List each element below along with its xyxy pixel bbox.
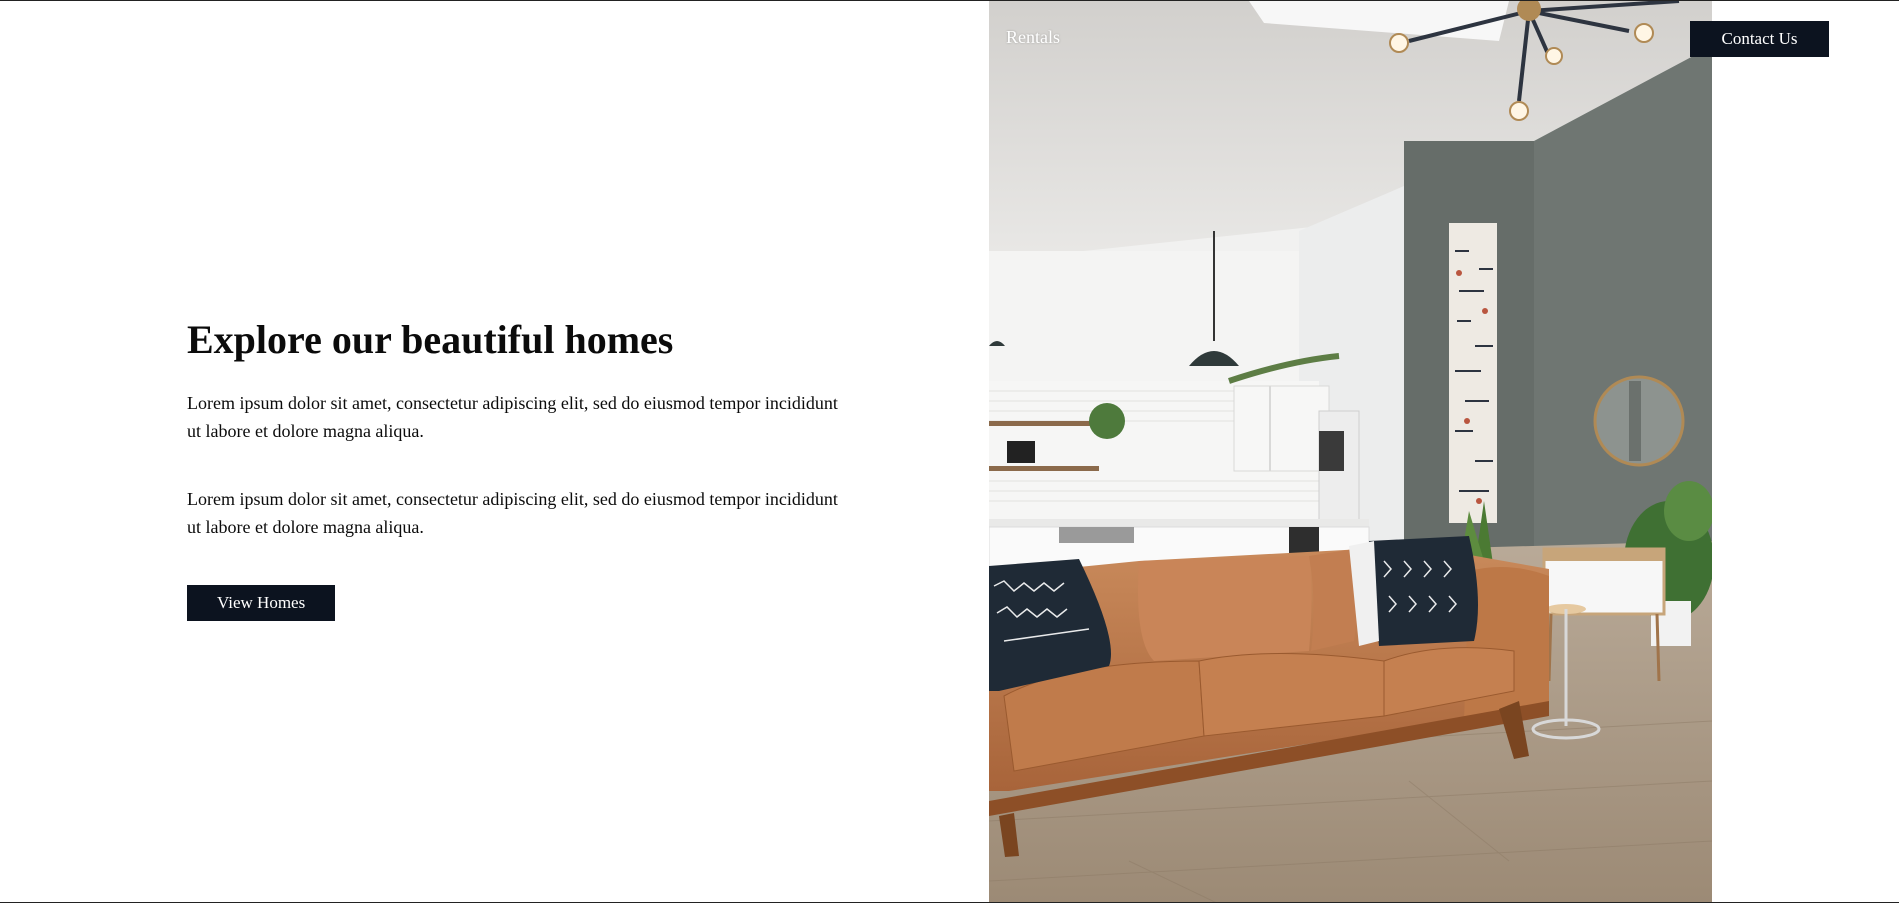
view-homes-button[interactable]: View Homes — [187, 585, 336, 621]
nav-rentals-link[interactable]: Rentals — [1006, 27, 1060, 48]
contact-us-button[interactable]: Contact Us — [1690, 21, 1829, 57]
hero-paragraph-1: Lorem ipsum dolor sit amet, consectetur … — [187, 393, 838, 441]
hero-paragraph-2: Lorem ipsum dolor sit amet, consectetur … — [187, 489, 838, 537]
hero-title: Explore our beautiful homes — [187, 317, 674, 362]
hero-content: Explore our beautiful homes Lorem ipsum … — [187, 316, 847, 621]
page: Explore our beautiful homes Lorem ipsum … — [0, 0, 1899, 903]
living-room-photo — [989, 1, 1712, 902]
